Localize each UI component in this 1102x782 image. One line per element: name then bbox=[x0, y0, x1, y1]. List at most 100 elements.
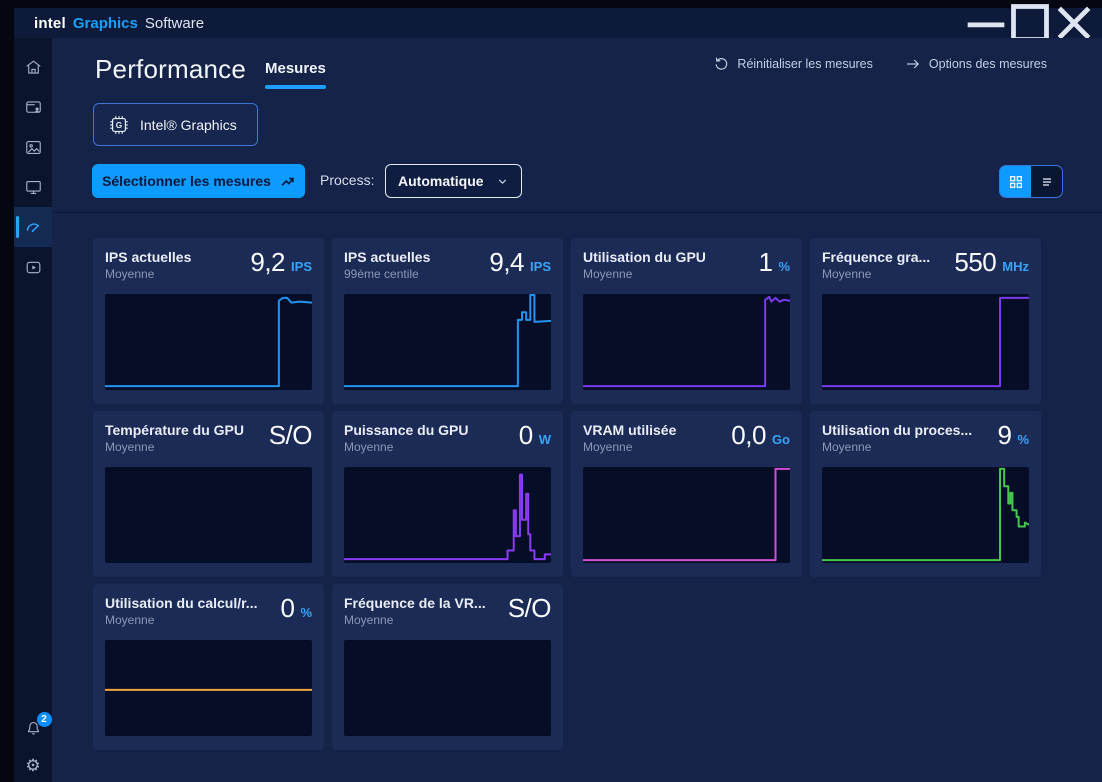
metric-value-group: S/O bbox=[269, 421, 312, 449]
sparkline-svg bbox=[344, 294, 551, 390]
page-title: Performance bbox=[95, 54, 246, 85]
metric-sparkline bbox=[583, 467, 790, 563]
sidebar: 2 ⚙ bbox=[14, 38, 52, 782]
sidebar-item-capture[interactable] bbox=[14, 247, 52, 287]
grid-view-icon bbox=[1008, 174, 1024, 190]
sparkline-svg bbox=[105, 640, 312, 736]
sparkline-svg bbox=[344, 467, 551, 563]
metric-title: Fréquence de la VR... bbox=[344, 594, 486, 612]
metric-value-group: 9,2 IPS bbox=[250, 248, 312, 276]
metric-value-group: 1 % bbox=[758, 248, 790, 276]
titlebar: intel Graphics Software bbox=[14, 8, 1102, 38]
sidebar-item-display[interactable] bbox=[14, 167, 52, 207]
gpu-chip-icon: G bbox=[108, 114, 130, 136]
metric-value: 9,4 bbox=[489, 248, 524, 276]
sidebar-item-media-gallery[interactable] bbox=[14, 127, 52, 167]
sparkline-svg bbox=[105, 294, 312, 390]
metric-card-header: Température du GPU Moyenne S/O bbox=[105, 421, 312, 461]
metric-unit: Go bbox=[772, 432, 790, 447]
metric-unit: % bbox=[300, 605, 312, 620]
sidebar-item-home[interactable] bbox=[14, 47, 52, 87]
metric-value: 0 bbox=[280, 594, 294, 622]
reset-measures-label: Réinitialiser les mesures bbox=[737, 57, 872, 71]
metric-card: Température du GPU Moyenne S/O bbox=[93, 411, 324, 577]
metric-unit: % bbox=[778, 259, 790, 274]
sparkline-svg bbox=[583, 467, 790, 563]
metric-unit: IPS bbox=[530, 259, 551, 274]
metric-card-header: Utilisation du calcul/r... Moyenne 0 % bbox=[105, 594, 312, 634]
reset-measures-button[interactable]: Réinitialiser les mesures bbox=[713, 56, 872, 72]
trend-up-icon bbox=[280, 174, 295, 189]
monitor-icon bbox=[24, 178, 43, 197]
metric-value-group: S/O bbox=[508, 594, 551, 622]
metric-card: Utilisation du GPU Moyenne 1 % bbox=[571, 238, 802, 404]
metric-sparkline bbox=[105, 467, 312, 563]
image-icon bbox=[24, 138, 43, 157]
metric-unit: IPS bbox=[291, 259, 312, 274]
play-media-icon bbox=[24, 258, 43, 277]
metric-value: 1 bbox=[758, 248, 772, 276]
notifications-button[interactable]: 2 bbox=[24, 719, 43, 738]
metric-unit: W bbox=[539, 432, 551, 447]
process-label: Process: bbox=[320, 172, 374, 188]
metric-title: Utilisation du proces... bbox=[822, 421, 972, 439]
minimize-button[interactable] bbox=[964, 9, 1008, 37]
metric-title: Fréquence gra... bbox=[822, 248, 930, 266]
metric-card: Fréquence gra... Moyenne 550 MHz bbox=[810, 238, 1041, 404]
metric-value: 9,2 bbox=[250, 248, 285, 276]
metric-title: Utilisation du calcul/r... bbox=[105, 594, 257, 612]
metric-subtitle: Moyenne bbox=[822, 266, 930, 282]
sidebar-item-performance[interactable] bbox=[14, 207, 52, 247]
svg-text:G: G bbox=[116, 121, 122, 130]
metric-value: S/O bbox=[269, 421, 312, 449]
brand-software: Software bbox=[145, 15, 204, 32]
gear-icon: ⚙ bbox=[25, 757, 40, 774]
process-select[interactable]: Automatique bbox=[385, 164, 522, 198]
maximize-button[interactable] bbox=[1008, 9, 1052, 37]
metric-card-header: Utilisation du GPU Moyenne 1 % bbox=[583, 248, 790, 288]
metric-card-header: IPS actuelles 99ème centile 9,4 IPS bbox=[344, 248, 551, 288]
gpu-selector-label: Intel® Graphics bbox=[140, 117, 237, 133]
metric-subtitle: Moyenne bbox=[344, 439, 468, 455]
metric-sparkline bbox=[344, 467, 551, 563]
grid-view-button[interactable] bbox=[1000, 166, 1031, 197]
tab-mesures[interactable]: Mesures bbox=[265, 60, 326, 89]
sparkline-svg bbox=[344, 640, 551, 736]
main-panel: Performance Mesures Réinitialiser les me… bbox=[52, 38, 1102, 782]
list-view-button[interactable] bbox=[1031, 166, 1062, 197]
tab-label: Mesures bbox=[265, 60, 326, 77]
gpu-selector-button[interactable]: G Intel® Graphics bbox=[93, 103, 258, 146]
close-button[interactable] bbox=[1052, 9, 1096, 37]
measure-options-button[interactable]: Options des mesures bbox=[905, 56, 1047, 72]
chevron-down-icon bbox=[496, 175, 509, 188]
settings-button[interactable]: ⚙ bbox=[25, 757, 40, 774]
header-actions: Réinitialiser les mesures Options des me… bbox=[713, 56, 1047, 72]
sparkline-svg bbox=[583, 294, 790, 390]
metric-value-group: 9 % bbox=[997, 421, 1029, 449]
home-icon bbox=[24, 58, 43, 77]
select-measures-button[interactable]: Sélectionner les mesures bbox=[92, 164, 305, 198]
metric-subtitle: Moyenne bbox=[583, 266, 706, 282]
measure-options-label: Options des mesures bbox=[929, 57, 1047, 71]
metric-value: S/O bbox=[508, 594, 551, 622]
metric-subtitle: Moyenne bbox=[105, 439, 244, 455]
notification-badge: 2 bbox=[37, 712, 52, 727]
metric-sparkline bbox=[344, 640, 551, 736]
view-toggle bbox=[999, 165, 1063, 198]
metric-subtitle: Moyenne bbox=[583, 439, 676, 455]
sidebar-item-apps[interactable] bbox=[14, 87, 52, 127]
metric-value: 9 bbox=[997, 421, 1011, 449]
app-window: intel Graphics Software bbox=[14, 8, 1102, 782]
metric-sparkline bbox=[822, 467, 1029, 563]
metric-card-header: Fréquence de la VR... Moyenne S/O bbox=[344, 594, 551, 634]
metric-title: Utilisation du GPU bbox=[583, 248, 706, 266]
metric-card-header: IPS actuelles Moyenne 9,2 IPS bbox=[105, 248, 312, 288]
sparkline-svg bbox=[822, 294, 1029, 390]
metric-card-header: VRAM utilisée Moyenne 0,0 Go bbox=[583, 421, 790, 461]
metric-sparkline bbox=[344, 294, 551, 390]
app-brand: intel Graphics Software bbox=[34, 15, 204, 32]
metric-card-header: Puissance du GPU Moyenne 0 W bbox=[344, 421, 551, 461]
process-select-value: Automatique bbox=[398, 173, 484, 189]
metric-subtitle: Moyenne bbox=[105, 612, 257, 628]
header-divider bbox=[52, 212, 1102, 213]
